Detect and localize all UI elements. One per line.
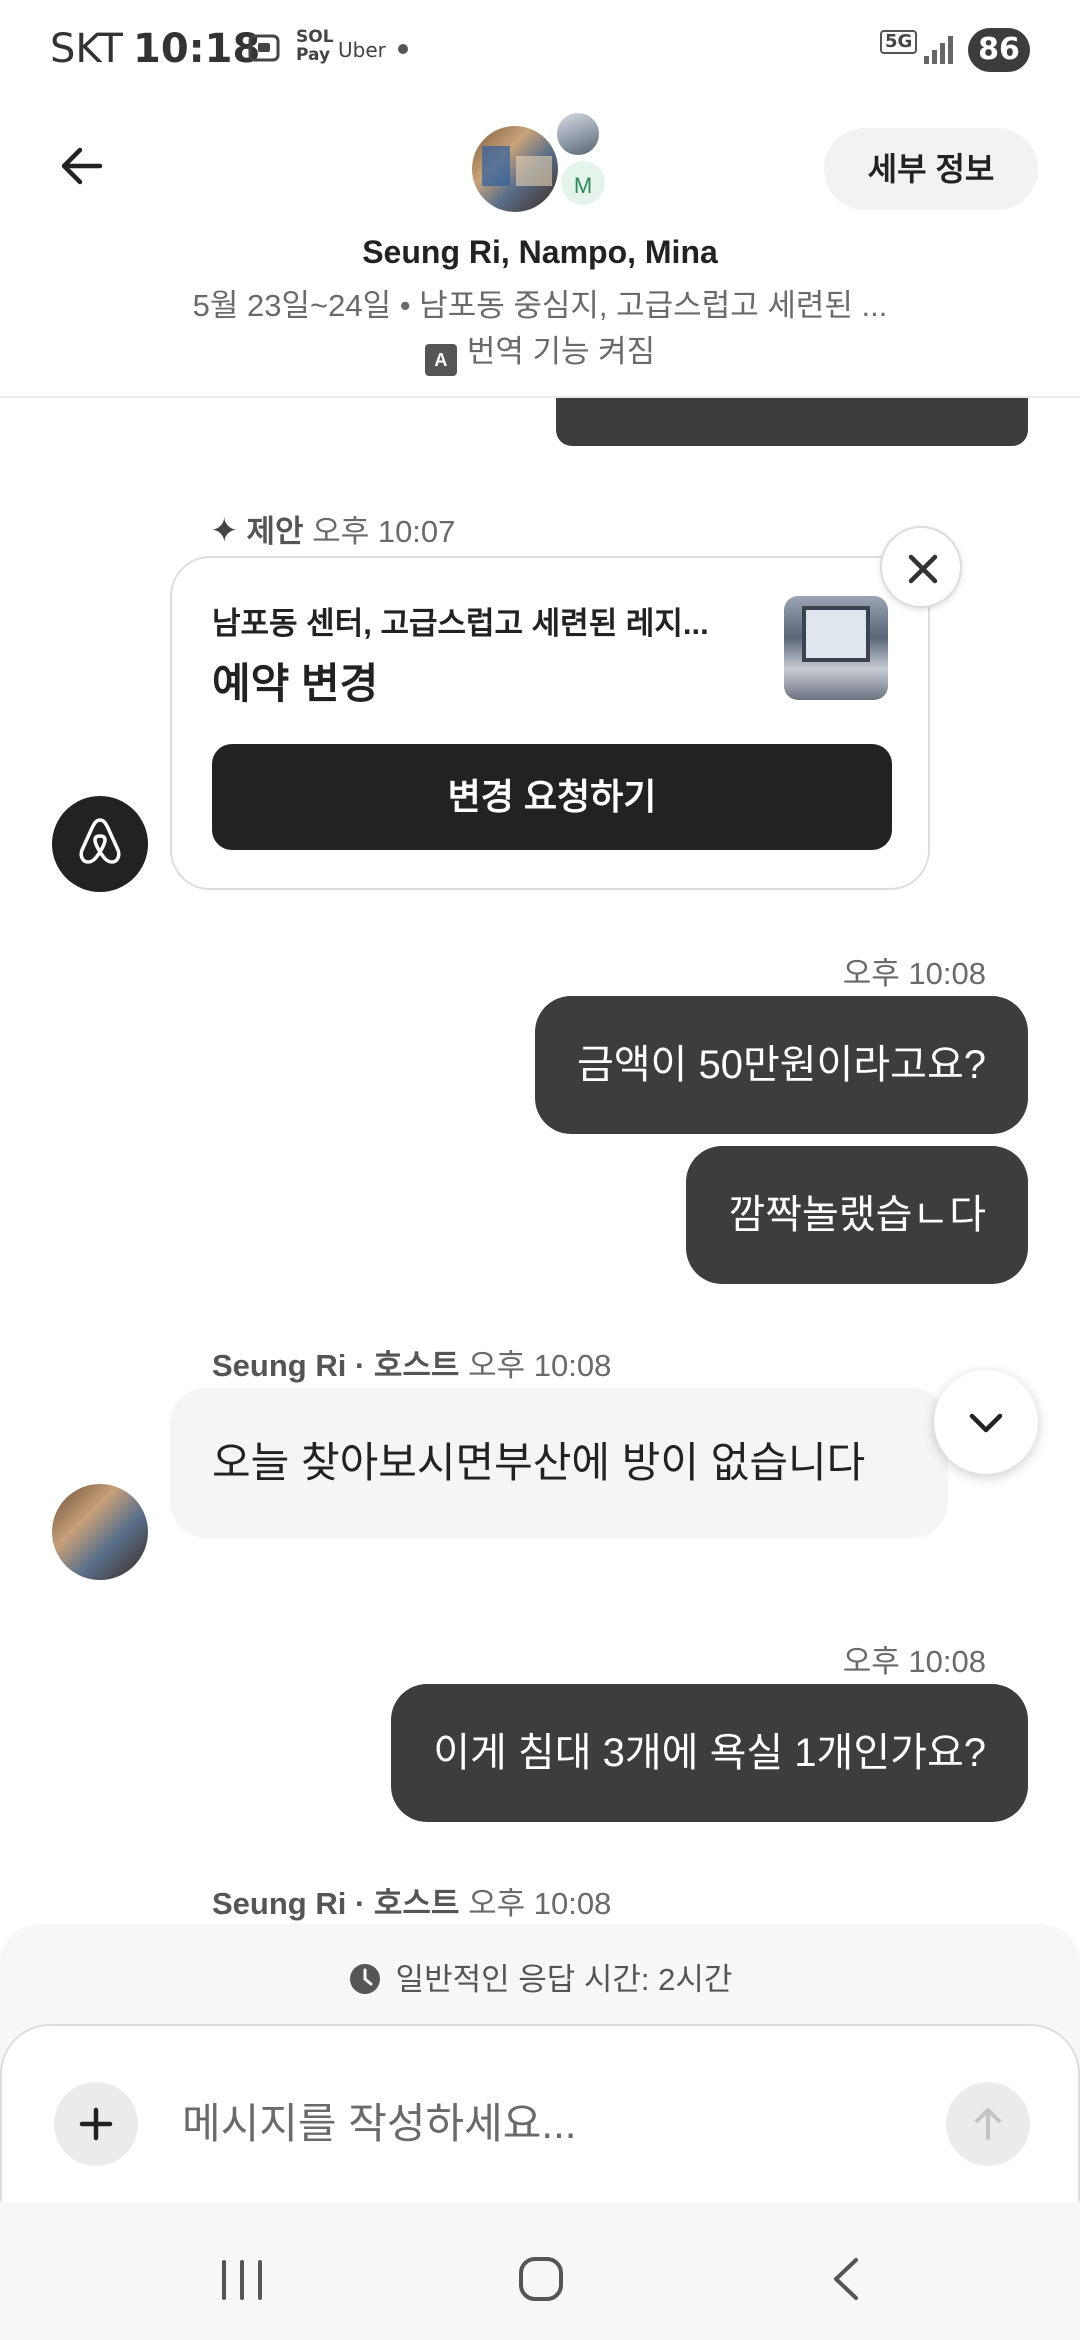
arrow-up-icon xyxy=(975,2108,1001,2140)
message-bubble-outgoing[interactable]: 깜짝놀랬습ㄴ다 xyxy=(686,1146,1028,1284)
message-meta: Seung Ri · 호스트 오후 10:08 xyxy=(212,1348,612,1383)
message-bubble-incoming[interactable]: 오늘 찾아보시면부산에 방이 없습니다 xyxy=(170,1388,948,1538)
response-time: 일반적인 응답 시간: 2시간 xyxy=(0,1954,1080,1999)
suggestion-card: 남포동 센터, 고급스럽고 세련된 레지... 예약 변경 변경 요청하기 xyxy=(170,556,930,890)
host-avatar xyxy=(52,1484,148,1580)
nav-back-icon[interactable] xyxy=(824,2254,868,2304)
request-change-button[interactable]: 변경 요청하기 xyxy=(212,744,892,850)
translation-status[interactable]: A 번역 기능 켜짐 xyxy=(0,326,1080,376)
send-button[interactable] xyxy=(946,2082,1030,2166)
recent-apps-icon[interactable] xyxy=(214,2258,270,2302)
message-bubble-outgoing-partial xyxy=(556,398,1028,446)
participants-title: Seung Ri, Nampo, Mina xyxy=(362,234,718,270)
suggestion-title: 예약 변경 xyxy=(212,660,379,707)
signal-icon xyxy=(922,32,956,70)
trip-summary: 5월 23일~24일 • 남포동 중심지, 고급스럽고 세련된 ... xyxy=(192,288,888,323)
add-attachment-button[interactable] xyxy=(54,2082,138,2166)
clock-icon xyxy=(349,1964,380,1994)
arrow-left-icon xyxy=(61,147,103,185)
chevron-down-icon xyxy=(969,1413,1003,1433)
conversation-header: M 세부 정보 Seung Ri, Nampo, Mina 5월 23일~24일… xyxy=(0,100,1080,398)
participant-avatar-m: M xyxy=(558,158,608,208)
listing-avatar xyxy=(472,126,558,212)
composer-box xyxy=(0,2024,1080,2202)
home-icon[interactable] xyxy=(516,2254,566,2304)
message-bubble-outgoing[interactable]: 금액이 50만원이라고요? xyxy=(534,996,1028,1134)
close-icon xyxy=(908,554,938,584)
message-meta: Seung Ri · 호스트 오후 10:08 xyxy=(212,1886,612,1921)
carrier-label: SKT xyxy=(50,26,123,72)
translate-icon: A xyxy=(424,344,457,376)
back-button[interactable] xyxy=(52,136,112,196)
sol-pay-icon: SOL Pay xyxy=(296,27,334,65)
uber-icon: Uber xyxy=(338,38,386,62)
message-list[interactable]: ✦ 제안 오후 10:07 남포동 센터, 고급스럽고 세련된 레지... 예약 … xyxy=(0,398,1080,1940)
message-bubble-outgoing[interactable]: 이게 침대 3개에 욕실 1개인가요? xyxy=(391,1684,1028,1822)
airbnb-avatar xyxy=(52,796,148,892)
airbnb-logo-icon xyxy=(79,818,121,864)
sparkle-icon: ✦ xyxy=(210,512,239,550)
suggestion-label: ✦ 제안 오후 10:07 xyxy=(210,512,456,550)
notification-dot-icon xyxy=(398,44,408,54)
scroll-to-bottom-button[interactable] xyxy=(934,1370,1038,1474)
translation-label: 번역 기능 켜짐 xyxy=(466,334,656,369)
system-nav-bar xyxy=(0,2220,1080,2340)
listing-thumbnail xyxy=(784,596,888,700)
participant-avatar xyxy=(554,110,602,158)
plus-icon xyxy=(79,2107,113,2141)
message-time: 오후 10:08 xyxy=(842,956,986,991)
network-5g-icon: 5G xyxy=(880,30,918,54)
status-bar: SKT 10:18 SOL Pay Uber 5G 86 xyxy=(0,0,1080,100)
message-input[interactable] xyxy=(182,2082,902,2166)
listing-name: 남포동 센터, 고급스럽고 세련된 레지... xyxy=(212,606,709,641)
clock-time: 10:18 xyxy=(133,26,261,72)
details-button[interactable]: 세부 정보 xyxy=(824,128,1038,210)
battery-icon: 86 xyxy=(968,28,1030,72)
screenshot-icon xyxy=(246,30,282,70)
dismiss-suggestion-button[interactable] xyxy=(880,526,962,608)
response-time-bar: 일반적인 응답 시간: 2시간 xyxy=(0,1924,1080,2036)
message-time: 오후 10:08 xyxy=(842,1644,986,1679)
